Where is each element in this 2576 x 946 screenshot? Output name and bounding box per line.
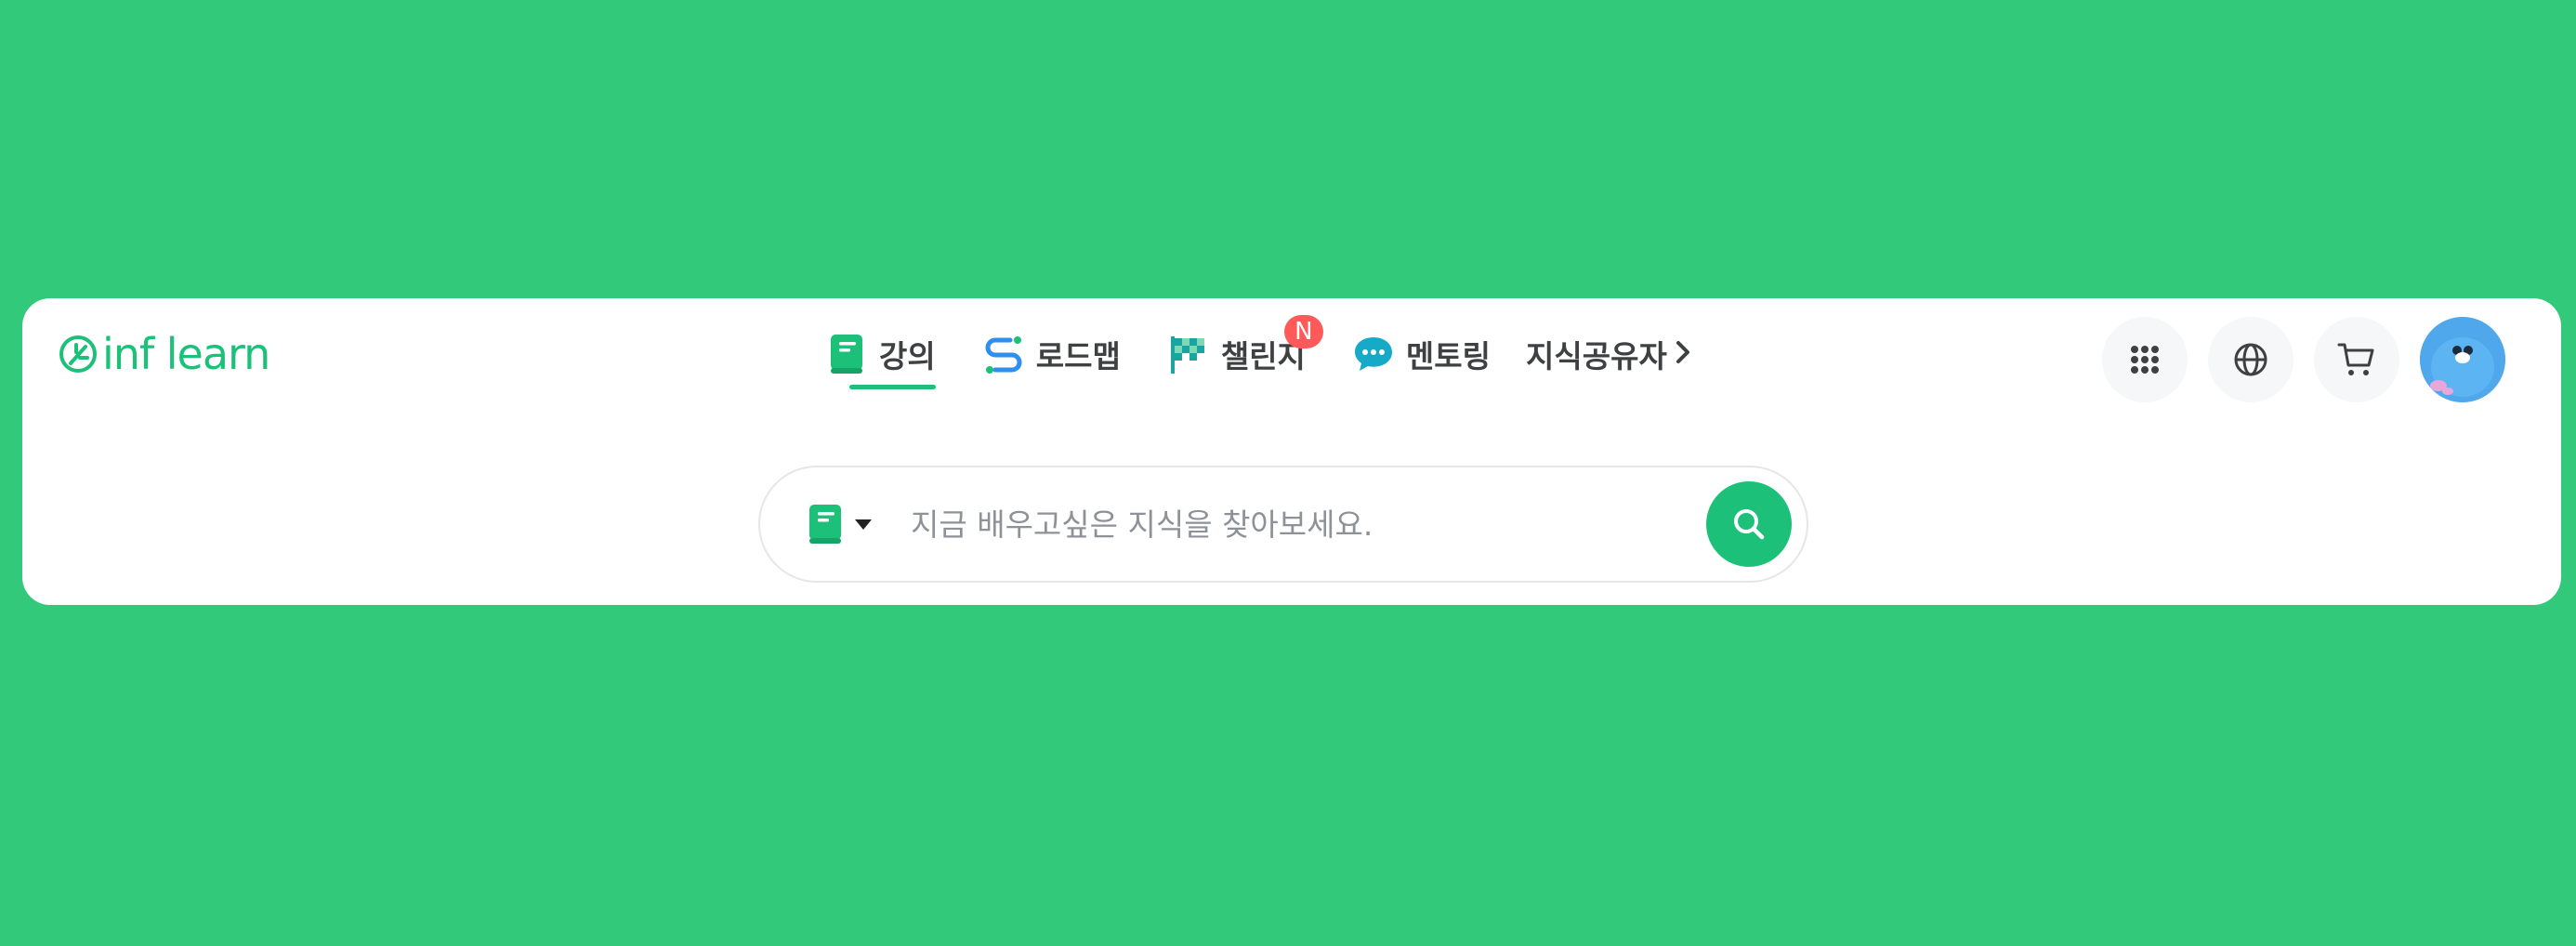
book-icon bbox=[823, 331, 870, 377]
inflearn-logo[interactable]: inf learn bbox=[58, 326, 270, 382]
logo-text: inf learn bbox=[102, 329, 270, 379]
search-button[interactable] bbox=[1706, 481, 1792, 567]
search-type-dropdown[interactable] bbox=[807, 503, 872, 545]
flag-icon bbox=[1165, 331, 1212, 377]
nav-item-roadmap[interactable]: 로드맵 bbox=[980, 326, 1121, 382]
search-bar bbox=[758, 466, 1808, 583]
nav-item-knowledge-sharer[interactable]: 지식공유자 bbox=[1526, 326, 1691, 382]
cart-icon bbox=[2337, 343, 2374, 375]
globe-icon bbox=[2234, 343, 2267, 376]
language-button[interactable] bbox=[2208, 317, 2293, 402]
avatar[interactable] bbox=[2420, 317, 2505, 402]
caret-down-icon bbox=[855, 519, 872, 530]
nav-label: 강의 bbox=[879, 338, 936, 374]
grid-apps-icon bbox=[2131, 346, 2159, 374]
header-card: inf learn 강의 로드맵 챌린지 N 멘토링 지식공유자 지금 배우고싶… bbox=[22, 298, 2561, 605]
avatar-character-icon bbox=[2420, 317, 2505, 402]
nav-item-lectures[interactable]: 강의 bbox=[823, 326, 936, 389]
chat-bubble-icon bbox=[1350, 331, 1397, 377]
main-nav: 강의 로드맵 챌린지 N 멘토링 지식공유자 bbox=[823, 315, 1691, 410]
search-icon bbox=[1734, 509, 1765, 540]
search-input[interactable] bbox=[909, 505, 1706, 544]
book-icon bbox=[809, 505, 841, 544]
chevron-right-icon bbox=[1675, 335, 1691, 373]
nav-label: 멘토링 bbox=[1405, 338, 1492, 374]
nav-item-mentoring[interactable]: 멘토링 bbox=[1350, 326, 1491, 382]
new-badge: N bbox=[1283, 315, 1323, 348]
inflearn-leaf-logo-icon bbox=[59, 335, 97, 373]
apps-button[interactable] bbox=[2102, 317, 2188, 402]
nav-item-challenge[interactable]: 챌린지 N bbox=[1165, 315, 1323, 382]
header-actions bbox=[2102, 317, 2505, 402]
nav-label: 로드맵 bbox=[1035, 338, 1121, 374]
nav-label: 지식공유자 bbox=[1526, 338, 1667, 374]
roadmap-icon bbox=[980, 331, 1027, 377]
cart-button[interactable] bbox=[2314, 317, 2399, 402]
